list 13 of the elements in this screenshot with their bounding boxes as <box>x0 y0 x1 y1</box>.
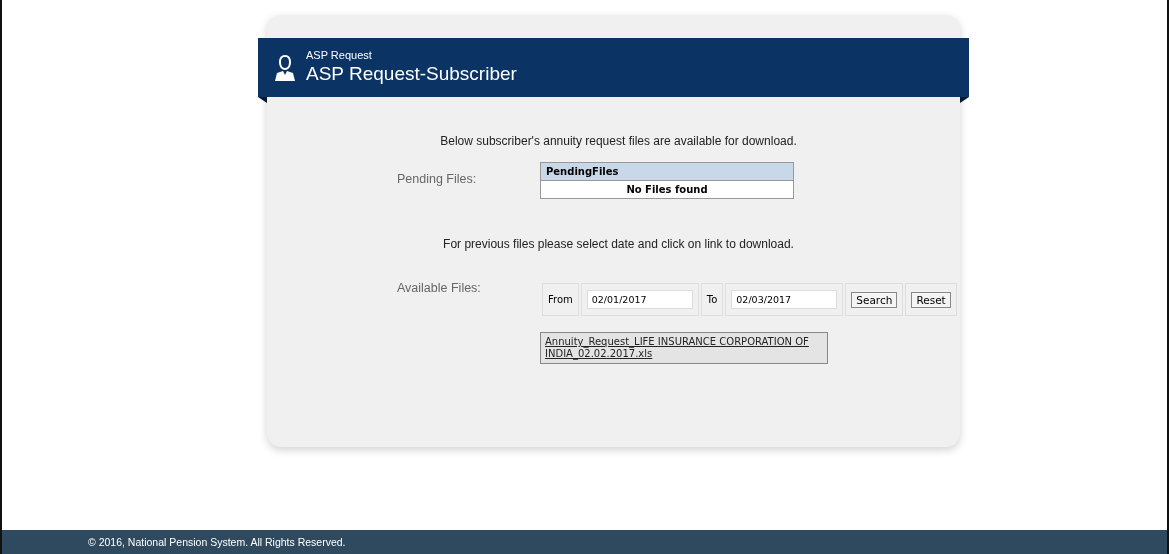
from-date-field[interactable]: 02/01/2017 <box>586 290 693 309</box>
column-header: PendingFiles <box>540 162 794 181</box>
copyright-text: © 2016, National Pension System. All Rights Reserved. <box>88 536 346 548</box>
previous-files-note: For previous files please select date and click on link to download. <box>442 237 795 251</box>
available-files-label: Available Files: <box>397 281 482 297</box>
pending-files-label: Pending Files: <box>397 171 478 188</box>
header-subtitle: ASP Request <box>306 49 373 62</box>
page-title: ASP Request-Subscriber <box>306 62 517 86</box>
intro-text: Below subscriber's annuity request files are available for download. <box>439 134 798 148</box>
to-date-field[interactable]: 02/03/2017 <box>731 290 838 309</box>
to-label: To <box>706 294 718 305</box>
from-label: From <box>548 294 573 305</box>
user-icon <box>274 53 296 82</box>
